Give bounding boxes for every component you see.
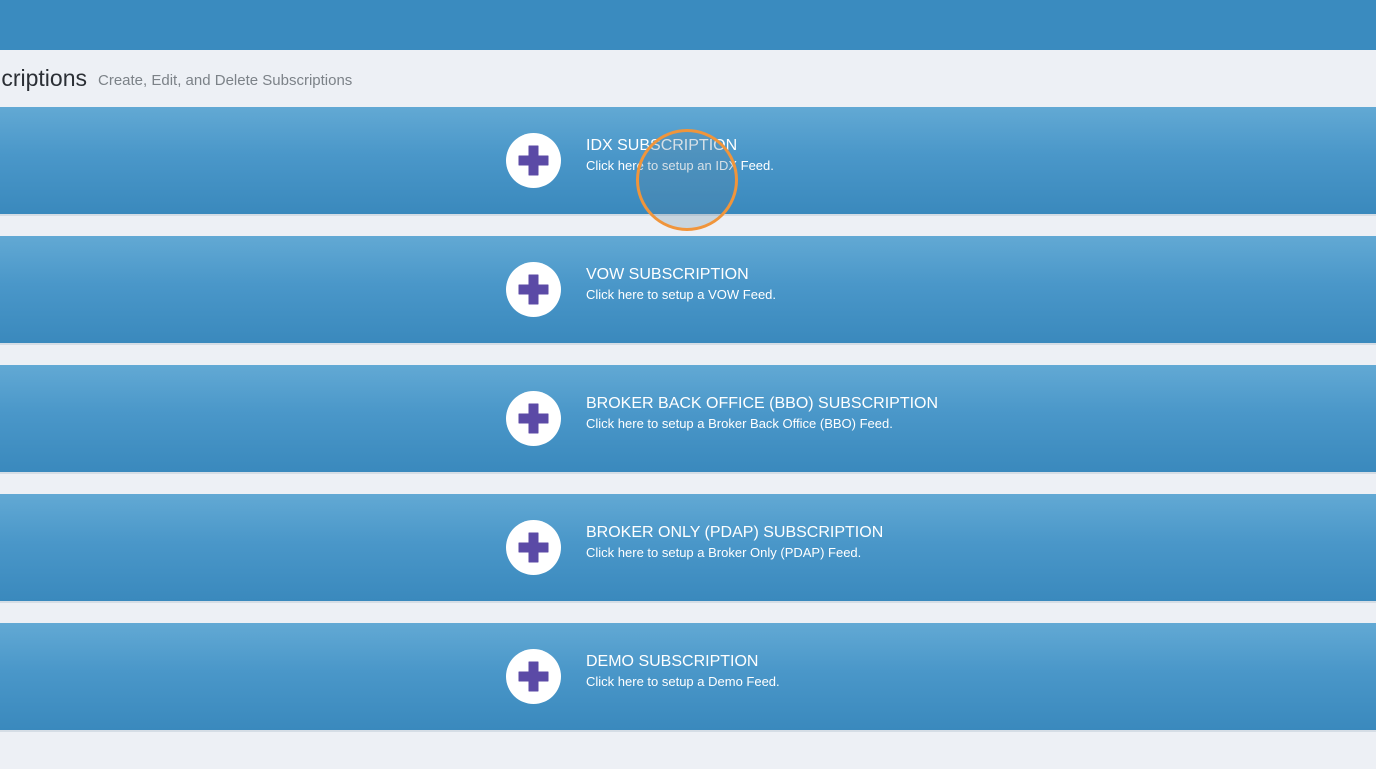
subscription-title: IDX SUBSCRIPTION [586, 137, 738, 154]
page-header: criptions Create, Edit, and Delete Subsc… [0, 50, 1376, 107]
subscription-description: Click here to setup a Demo Feed. [586, 674, 780, 689]
subscription-description: Click here to setup a Broker Only (PDAP)… [586, 545, 862, 560]
idx-subscription-button[interactable]: IDX SUBSCRIPTION Click here to setup an … [0, 107, 1376, 216]
top-nav-bar [0, 0, 1376, 50]
bbo-subscription-button[interactable]: BROKER BACK OFFICE (BBO) SUBSCRIPTION Cl… [0, 365, 1376, 474]
pdap-subscription-button[interactable]: BROKER ONLY (PDAP) SUBSCRIPTION Click he… [0, 494, 1376, 603]
subscription-title: DEMO SUBSCRIPTION [586, 653, 759, 670]
subscription-title: BROKER ONLY (PDAP) SUBSCRIPTION [586, 524, 884, 541]
subscription-title: VOW SUBSCRIPTION [586, 266, 749, 283]
plus-icon[interactable] [506, 133, 561, 188]
subscription-description: Click here to setup a Broker Back Office… [586, 416, 893, 431]
vow-subscription-button[interactable]: VOW SUBSCRIPTION Click here to setup a V… [0, 236, 1376, 345]
subscription-description: Click here to setup a VOW Feed. [586, 287, 777, 302]
demo-subscription-button[interactable]: DEMO SUBSCRIPTION Click here to setup a … [0, 623, 1376, 732]
subscription-description: Click here to setup an IDX Feed. [586, 158, 774, 173]
plus-icon[interactable] [506, 520, 561, 575]
page-subtitle: Create, Edit, and Delete Subscriptions [98, 72, 353, 89]
plus-icon[interactable] [506, 262, 561, 317]
plus-icon[interactable] [506, 391, 561, 446]
subscription-title: BROKER BACK OFFICE (BBO) SUBSCRIPTION [586, 395, 939, 412]
plus-icon[interactable] [506, 649, 561, 704]
page-title: criptions [1, 65, 87, 91]
